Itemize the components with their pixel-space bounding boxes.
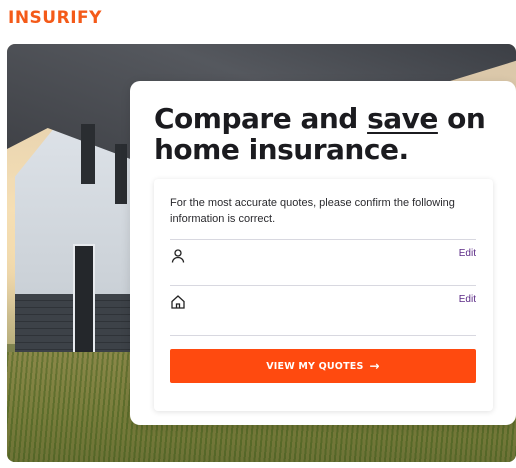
cta-label: VIEW MY QUOTES <box>266 360 364 372</box>
quote-card: Compare and save on home insurance. For … <box>130 81 516 425</box>
title-emphasis: save <box>367 102 438 135</box>
house-window <box>73 244 95 354</box>
page-title: Compare and save on home insurance. <box>154 102 486 166</box>
house-icon <box>170 294 186 310</box>
intro-text: For the most accurate quotes, please con… <box>170 197 455 225</box>
info-row-home: Edit <box>170 285 476 336</box>
arrow-right-icon: → <box>369 359 380 373</box>
edit-home-link[interactable]: Edit <box>459 294 476 305</box>
view-my-quotes-button[interactable]: VIEW MY QUOTES → <box>170 349 476 383</box>
insurify-logo[interactable]: INSURIFY <box>8 8 102 28</box>
person-icon <box>170 248 186 264</box>
edit-person-link[interactable]: Edit <box>459 248 476 259</box>
info-row-person: Edit <box>170 239 476 285</box>
confirm-info-panel: For the most accurate quotes, please con… <box>154 179 493 411</box>
